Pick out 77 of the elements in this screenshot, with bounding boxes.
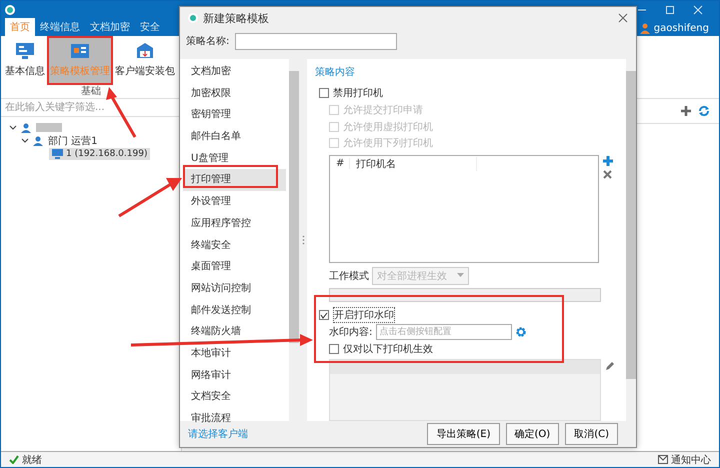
ribbon-tab[interactable]: 安全 bbox=[135, 18, 165, 36]
nav-item[interactable]: 网络审计 bbox=[183, 364, 286, 386]
user-name: gaoshifeng bbox=[654, 23, 709, 34]
nav-item[interactable]: 网站访问控制 bbox=[183, 278, 286, 300]
arrow bbox=[118, 178, 182, 218]
redacted-label bbox=[36, 123, 62, 132]
checkbox[interactable] bbox=[319, 88, 329, 98]
expand-chevron-icon[interactable] bbox=[21, 138, 29, 144]
ribbon-button[interactable]: 客户端安装包 bbox=[113, 36, 177, 84]
app-logo-icon bbox=[5, 5, 15, 15]
nav-item[interactable]: 密钥管理 bbox=[183, 104, 286, 126]
nav-item[interactable]: 邮件发送控制 bbox=[183, 300, 286, 322]
group-icon bbox=[21, 122, 32, 132]
arrow bbox=[106, 87, 136, 138]
dialog-button[interactable]: 确定(O) bbox=[506, 423, 560, 445]
settings-icon[interactable] bbox=[516, 326, 526, 337]
nav-item[interactable]: U盘管理 bbox=[183, 148, 286, 170]
search-field[interactable]: 在此输入关键字筛选... bbox=[1, 99, 181, 117]
package-icon bbox=[135, 42, 155, 60]
nav-item[interactable]: 本地审计 bbox=[183, 342, 286, 365]
tree-item[interactable]: 部门 运营1 bbox=[48, 134, 98, 148]
dialog-title: 新建策略模板 bbox=[203, 10, 270, 26]
checkbox-label: 禁用打印机 bbox=[333, 86, 383, 100]
watermark-content-field[interactable]: 点击右侧按钮配置 bbox=[376, 324, 512, 340]
nav-item[interactable]: 外设管理 bbox=[183, 191, 286, 213]
ribbon-tab[interactable]: 文档加密 bbox=[85, 18, 135, 36]
app-logo-icon bbox=[188, 13, 198, 23]
checkbox-label: 允许使用下列打印机 bbox=[343, 136, 433, 150]
notification-center-link[interactable]: 通知中心 bbox=[671, 452, 711, 466]
user-icon bbox=[640, 23, 650, 34]
status-text: 就绪 bbox=[22, 454, 42, 466]
computer-icon bbox=[52, 148, 63, 158]
add-icon[interactable] bbox=[603, 156, 613, 166]
nav-item[interactable]: 加密权限 bbox=[183, 82, 286, 104]
nav-item[interactable]: 文档加密 bbox=[183, 61, 286, 83]
group-icon bbox=[33, 136, 44, 146]
mail-icon bbox=[658, 455, 668, 464]
section-heading: 策略内容 bbox=[315, 66, 356, 79]
splitter-grip-icon[interactable] bbox=[302, 235, 304, 245]
dialog-button[interactable]: 取消(C) bbox=[565, 423, 618, 445]
field-label: 水印内容: bbox=[329, 326, 372, 339]
id-card-icon bbox=[70, 42, 90, 60]
user-menu[interactable]: gaoshifeng bbox=[630, 23, 719, 36]
nav-item[interactable]: 审批流程 bbox=[183, 408, 286, 430]
pencil-icon[interactable] bbox=[605, 360, 615, 371]
nav-item[interactable]: 应用程序管控 bbox=[183, 212, 286, 234]
checkbox-label: 开启打印水印 bbox=[333, 307, 395, 324]
checkbox[interactable] bbox=[329, 344, 339, 354]
column-header[interactable]: 打印机名 bbox=[350, 156, 477, 171]
tree-item[interactable]: 1 (192.168.0.199) bbox=[49, 148, 150, 160]
close-icon[interactable] bbox=[618, 13, 628, 23]
checkbox-label: 允许提交打印申请 bbox=[343, 104, 423, 118]
refresh-icon[interactable] bbox=[698, 105, 710, 117]
field-label: 策略名称: bbox=[186, 35, 230, 48]
checkbox[interactable] bbox=[319, 310, 329, 320]
ribbon-group-label: 基础 bbox=[81, 84, 101, 98]
dropdown-caret-icon bbox=[457, 273, 464, 278]
field-label: 工作模式 bbox=[329, 270, 369, 283]
nav-item[interactable]: 桌面管理 bbox=[183, 256, 286, 278]
delete-icon[interactable] bbox=[603, 170, 612, 179]
nav-item[interactable]: 终端安全 bbox=[183, 234, 286, 256]
nav-item[interactable]: 文档安全 bbox=[183, 386, 286, 408]
monitor-icon bbox=[15, 42, 35, 60]
column-header[interactable]: # bbox=[330, 158, 350, 170]
policy-name-field[interactable] bbox=[235, 32, 398, 50]
nav-item[interactable]: 邮件白名单 bbox=[183, 126, 286, 148]
add-icon[interactable] bbox=[680, 105, 692, 117]
checkbox-label: 允许使用虚拟打印机 bbox=[343, 120, 433, 134]
check-icon bbox=[9, 455, 19, 464]
checkbox-label: 仅对以下打印机生效 bbox=[343, 342, 433, 356]
dialog-button[interactable]: 导出策略(E) bbox=[427, 423, 500, 445]
maximize-icon[interactable] bbox=[665, 5, 675, 15]
ribbon-tab[interactable]: 终端信息 bbox=[35, 18, 85, 36]
expand-chevron-icon[interactable] bbox=[9, 124, 17, 130]
ribbon-button[interactable]: 基本信息 bbox=[3, 36, 47, 84]
nav-item[interactable]: 终端防火墙 bbox=[183, 321, 286, 343]
highlight-box bbox=[47, 36, 113, 85]
